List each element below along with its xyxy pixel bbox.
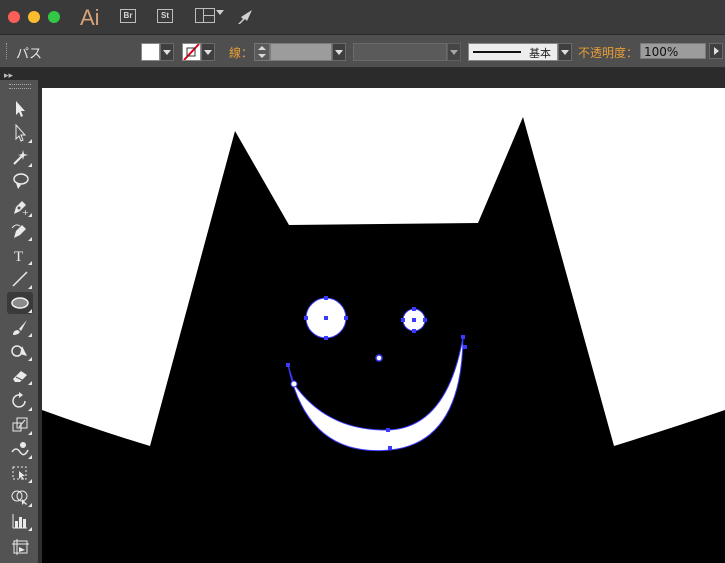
cat-silhouette[interactable] bbox=[42, 117, 725, 563]
stroke-preview-line bbox=[473, 51, 521, 53]
no-stroke-icon bbox=[183, 44, 200, 60]
brush-definition-label: 基本 bbox=[529, 47, 551, 60]
artboard-canvas[interactable] bbox=[42, 88, 725, 563]
curvature-pen-icon bbox=[11, 224, 26, 238]
brush-definition-dropdown[interactable] bbox=[558, 43, 572, 61]
shaper-tool[interactable] bbox=[7, 340, 33, 362]
type-icon: T bbox=[14, 249, 23, 264]
free-transform-icon bbox=[12, 466, 27, 480]
curvature-tool[interactable] bbox=[7, 220, 33, 242]
artboard-icon bbox=[12, 539, 29, 555]
direct-selection-tool[interactable] bbox=[7, 122, 33, 144]
opacity-flyout-button[interactable] bbox=[709, 43, 723, 59]
close-window-button[interactable] bbox=[8, 11, 20, 23]
panel-strip: ▸▸ bbox=[0, 68, 725, 88]
paintbrush-tool[interactable] bbox=[7, 316, 33, 338]
stroke-weight-dropdown[interactable] bbox=[332, 43, 346, 61]
zoom-window-button[interactable] bbox=[48, 11, 60, 23]
pen-tool[interactable]: + bbox=[7, 196, 33, 218]
sync-settings-icon[interactable] bbox=[236, 8, 256, 26]
chevron-down-icon[interactable] bbox=[216, 10, 224, 15]
app-logo: Ai bbox=[80, 5, 100, 30]
stepper-arrows-icon bbox=[258, 46, 266, 58]
artwork bbox=[42, 117, 725, 563]
stroke-weight-label[interactable]: 線： bbox=[229, 44, 253, 61]
svg-text:T: T bbox=[14, 249, 23, 264]
bridge-button[interactable]: Br bbox=[120, 9, 136, 23]
stock-button[interactable]: St bbox=[157, 9, 173, 23]
eraser-tool[interactable] bbox=[7, 364, 33, 386]
free-transform-tool[interactable] bbox=[7, 462, 33, 484]
graph-icon bbox=[12, 514, 27, 529]
selection-tool[interactable] bbox=[7, 98, 33, 120]
rotate-tool[interactable] bbox=[7, 390, 33, 412]
ellipse-icon bbox=[11, 297, 29, 309]
tools-panel: + T bbox=[0, 80, 39, 563]
variable-width-profile-dropdown[interactable] bbox=[447, 43, 461, 61]
white-arrow-icon bbox=[15, 124, 27, 142]
magic-wand-icon bbox=[13, 150, 28, 165]
pen-icon: + bbox=[14, 201, 29, 216]
shape-builder-icon bbox=[11, 490, 28, 505]
shaper-icon bbox=[11, 345, 27, 357]
brush-icon bbox=[13, 320, 27, 335]
shape-builder-tool[interactable] bbox=[7, 486, 33, 508]
minimize-window-button[interactable] bbox=[28, 11, 40, 23]
scale-icon bbox=[12, 417, 28, 432]
rotate-icon bbox=[12, 392, 26, 408]
ellipse-tool[interactable] bbox=[7, 292, 33, 314]
type-tool[interactable]: T bbox=[7, 244, 33, 266]
fill-color-swatch[interactable] bbox=[141, 43, 160, 61]
stroke-color-dropdown[interactable] bbox=[201, 43, 215, 61]
eraser-icon bbox=[13, 371, 27, 382]
selection-type-label: パス bbox=[16, 47, 43, 62]
title-bar: Ai Br St bbox=[0, 0, 725, 35]
warp-icon bbox=[11, 442, 29, 456]
arrange-documents-icon[interactable] bbox=[195, 8, 215, 23]
lasso-icon bbox=[13, 173, 29, 189]
graph-tool[interactable] bbox=[7, 510, 33, 532]
opacity-label[interactable]: 不透明度： bbox=[578, 44, 638, 61]
control-bar-grip[interactable] bbox=[6, 43, 10, 59]
variable-width-profile-field[interactable] bbox=[353, 43, 447, 61]
line-icon bbox=[12, 271, 28, 287]
artboard-tool[interactable] bbox=[7, 536, 33, 558]
scale-tool[interactable] bbox=[7, 414, 33, 436]
nose-anchor[interactable] bbox=[375, 354, 383, 362]
brush-definition-field[interactable]: 基本 bbox=[468, 43, 558, 61]
stroke-weight-stepper[interactable] bbox=[254, 43, 270, 61]
warp-tool[interactable] bbox=[7, 438, 33, 460]
magic-wand-tool[interactable] bbox=[7, 146, 33, 168]
stroke-color-swatch[interactable] bbox=[182, 43, 201, 61]
stroke-weight-field[interactable] bbox=[270, 43, 332, 61]
control-bar: パス 線： 基本 不透明度： 100% bbox=[0, 35, 725, 68]
line-segment-tool[interactable] bbox=[7, 268, 33, 290]
opacity-field[interactable]: 100% bbox=[640, 43, 706, 59]
arrow-icon bbox=[16, 101, 25, 117]
lasso-tool[interactable] bbox=[7, 170, 33, 192]
tools-panel-grip[interactable] bbox=[9, 84, 31, 89]
fill-color-dropdown[interactable] bbox=[160, 43, 174, 61]
